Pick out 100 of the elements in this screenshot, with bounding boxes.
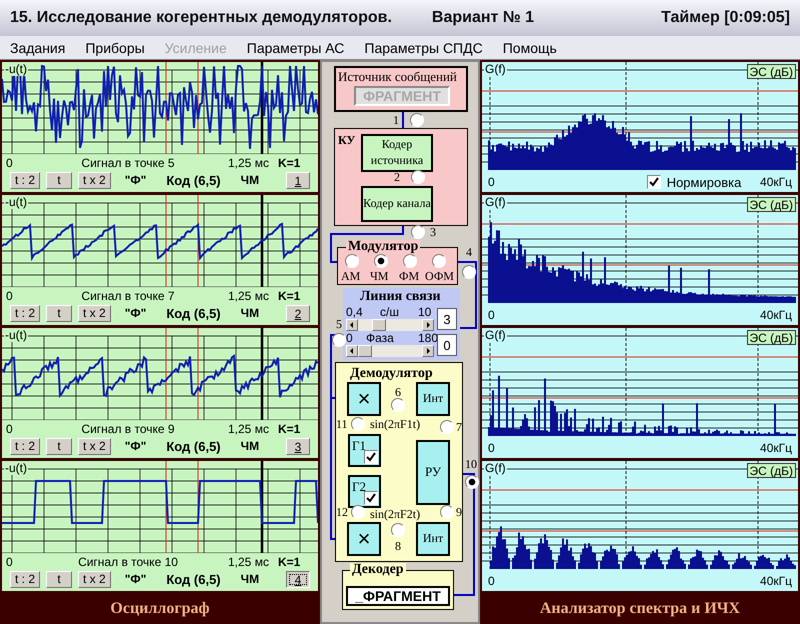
mode-button[interactable]: ЭС (дБ): [746, 330, 796, 345]
time-scale: 1,25 мс: [228, 156, 270, 170]
test-point-radio[interactable]: [411, 225, 425, 239]
axis-zero: 0: [488, 574, 495, 588]
gain-label: K=1: [278, 422, 302, 436]
decision-block: РУ: [416, 440, 450, 505]
slider-max: 10: [418, 306, 432, 318]
time-scale-button[interactable]: t x 2: [78, 172, 111, 188]
channel-coder-block: Кодер канала: [361, 186, 433, 222]
integrator-block: Инт: [416, 522, 450, 556]
test-point-label: 6: [395, 386, 401, 398]
generator-label: Г2: [352, 480, 366, 493]
test-point-label: 11: [336, 418, 348, 430]
test-point-radio[interactable]: [332, 333, 346, 347]
check-icon: [366, 493, 376, 503]
menu-item[interactable]: Задания: [10, 40, 66, 56]
test-point-radio[interactable]: [465, 475, 479, 489]
channel-button[interactable]: 2: [286, 304, 310, 322]
menu-item[interactable]: Параметры АС: [246, 40, 344, 56]
time-scale-button[interactable]: t: [46, 570, 72, 588]
symbol-label: "Ф": [124, 173, 146, 187]
time-scale-button[interactable]: t: [46, 304, 72, 322]
gain-label: K=1: [278, 555, 302, 569]
axis-label: -u(t): [4, 62, 28, 76]
reference-label: sin(2πF2t): [370, 508, 420, 520]
signal-caption: Сигнал в точке 5: [80, 156, 176, 170]
axis-zero: 0: [6, 289, 14, 303]
generator-checkbox[interactable]: [364, 450, 378, 464]
axis-zero: 0: [6, 422, 14, 436]
decoded-message-field[interactable]: _ФРАГМЕНТ: [346, 586, 450, 606]
value-field[interactable]: 0: [437, 334, 457, 356]
modulation-label: ЧМ: [240, 439, 260, 453]
generator-checkbox[interactable]: [364, 491, 378, 505]
block-title: Демодулятор: [350, 367, 433, 381]
slider[interactable]: [346, 345, 434, 357]
channel-button[interactable]: 1: [286, 172, 310, 188]
slider-min: 0: [346, 332, 353, 344]
axis-zero: 0: [488, 175, 495, 189]
menu-item[interactable]: Параметры СПДС: [364, 40, 483, 56]
test-point-label: 12: [336, 506, 348, 518]
symbol-label: "Ф": [124, 306, 146, 320]
time-scale-button[interactable]: t : 2: [10, 304, 40, 322]
axis-label: G(f): [484, 62, 507, 76]
time-scale-button[interactable]: t : 2: [10, 570, 40, 588]
frequency-max: 40кГц: [760, 441, 792, 455]
time-scale-button[interactable]: t x 2: [78, 570, 111, 588]
slider-label: Фаза: [366, 332, 394, 344]
variant-label: Вариант № 1: [432, 9, 534, 27]
slider-label: с/ш: [380, 306, 399, 318]
reference-label: sin(2πF1t): [370, 418, 420, 430]
time-scale: 1,25 мс: [228, 555, 270, 569]
mode-button[interactable]: ЭС (дБ): [746, 64, 796, 79]
time-scale-button[interactable]: t : 2: [10, 438, 40, 454]
mode-button[interactable]: ЭС (дБ): [746, 463, 796, 478]
block-title: Источник сообщений: [338, 70, 457, 83]
symbol-label: "Ф": [124, 439, 146, 453]
multiplier-block: ×: [347, 382, 381, 416]
axis-zero: 0: [488, 441, 495, 455]
axis-zero: 0: [6, 156, 14, 170]
menu-item[interactable]: Помощь: [502, 40, 557, 56]
menu-item[interactable]: Приборы: [85, 40, 145, 56]
source-coder-block: Кодер источника: [361, 134, 433, 172]
channel-button[interactable]: 3: [286, 438, 310, 454]
axis-label: -u(t): [4, 461, 28, 475]
frequency-max: 40кГц: [760, 308, 792, 322]
code-label: Код (6,5): [166, 572, 221, 586]
time-scale: 1,25 мс: [228, 289, 270, 303]
slider-thumb[interactable]: [372, 319, 386, 331]
test-point-label: 7: [456, 421, 462, 433]
modulation-label: ЧМ: [370, 270, 388, 282]
time-scale: 1,25 мс: [228, 422, 270, 436]
slider-thumb[interactable]: [358, 345, 372, 357]
modulation-label: ОФМ: [425, 270, 454, 282]
channel-button[interactable]: 4: [286, 570, 310, 588]
signal-caption: Сигнал в точке 7: [80, 289, 176, 303]
test-point-radio[interactable]: [462, 265, 476, 279]
normalize-checkbox[interactable]: [646, 175, 661, 189]
mode-button[interactable]: ЭС (дБ): [746, 197, 796, 212]
normalize-label: Нормировка: [666, 174, 742, 190]
time-scale-button[interactable]: t: [46, 438, 72, 454]
test-point-label: 1: [393, 114, 399, 126]
test-point-label: 8: [395, 540, 401, 552]
test-point-label: 4: [466, 246, 472, 258]
block-title: Модулятор: [346, 240, 420, 254]
slider-min: 0,4: [346, 306, 363, 318]
time-scale-button[interactable]: t: [46, 172, 72, 188]
code-label: Код (6,5): [166, 306, 221, 320]
time-scale-button[interactable]: t x 2: [78, 304, 111, 322]
signal-caption: Сигнал в точке 9: [80, 422, 176, 436]
multiplier-block: ×: [347, 522, 381, 556]
gain-label: K=1: [278, 289, 302, 303]
code-label: Код (6,5): [166, 438, 221, 454]
test-point-radio[interactable]: [410, 113, 424, 127]
axis-label: -u(t): [4, 328, 28, 342]
symbol-label: "Ф": [124, 572, 146, 586]
check-icon: [366, 452, 376, 462]
slider[interactable]: [346, 319, 434, 331]
time-scale-button[interactable]: t : 2: [10, 172, 40, 188]
value-field[interactable]: 3: [437, 308, 457, 330]
time-scale-button[interactable]: t x 2: [78, 438, 111, 454]
